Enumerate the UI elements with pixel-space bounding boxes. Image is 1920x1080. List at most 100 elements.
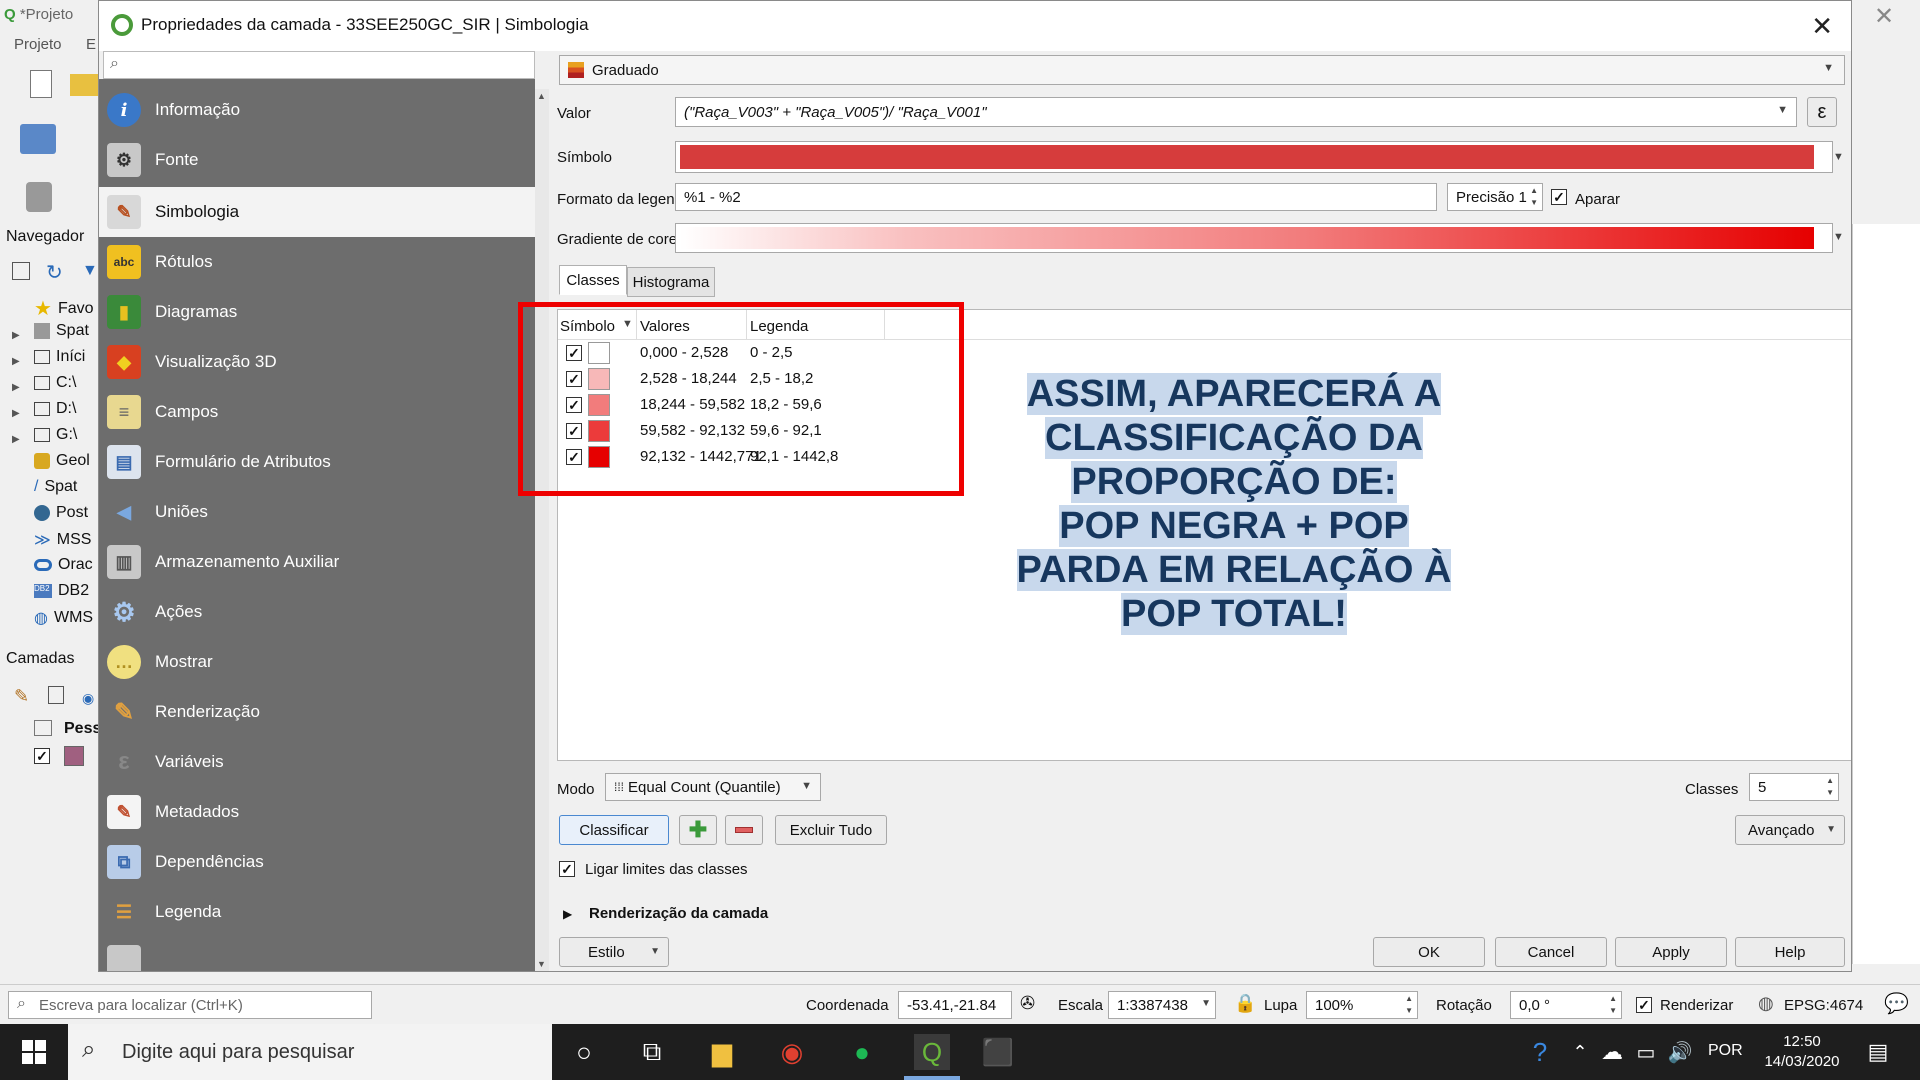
expand-arrow-icon[interactable]: ▶ bbox=[12, 434, 20, 445]
browser-item[interactable]: ◍ WMS bbox=[34, 608, 93, 628]
chevron-down-icon[interactable]: ▼ bbox=[1777, 104, 1788, 116]
chevron-down-icon[interactable]: ▼ bbox=[1833, 151, 1844, 163]
help-button[interactable]: Help bbox=[1735, 937, 1845, 967]
crs-label[interactable]: EPSG:4674 bbox=[1784, 997, 1863, 1014]
filter-icon[interactable]: ▼ bbox=[82, 262, 98, 280]
chevron-down-icon[interactable]: ▼ bbox=[1833, 231, 1844, 243]
apply-button[interactable]: Apply bbox=[1615, 937, 1727, 967]
sidebar-scrollbar[interactable]: ▲ ▼ bbox=[535, 89, 549, 971]
trim-checkbox[interactable]: ✓ bbox=[1551, 189, 1567, 207]
classify-button[interactable]: Classificar bbox=[559, 815, 669, 845]
browser-item[interactable]: G:\ bbox=[34, 426, 77, 444]
layer-rendering-section[interactable]: Renderização da camada bbox=[589, 905, 768, 922]
main-close-icon[interactable]: ✕ bbox=[1874, 2, 1894, 31]
tab-histograma[interactable]: Histograma bbox=[627, 267, 715, 297]
chrome-icon[interactable]: ◉ bbox=[774, 1034, 810, 1070]
sidebar-item-variaveis[interactable]: ε Variáveis bbox=[99, 737, 535, 787]
style-brush-icon[interactable]: ✎ bbox=[14, 686, 29, 707]
sidebar-item-legenda[interactable]: ☰ Legenda bbox=[99, 887, 535, 937]
sidebar-item-campos[interactable]: ≡ Campos bbox=[99, 387, 535, 437]
color-ramp-button[interactable] bbox=[675, 223, 1833, 253]
language-indicator[interactable]: POR bbox=[1708, 1042, 1743, 1060]
tray-chevron-up-icon[interactable]: ⌃ bbox=[1562, 1034, 1598, 1070]
browser-item[interactable]: D:\ bbox=[34, 400, 76, 418]
pdf-reader-icon[interactable]: ⬛ bbox=[980, 1034, 1016, 1070]
layer-visibility-checkbox[interactable]: ✓ bbox=[34, 748, 50, 766]
scroll-down-icon[interactable]: ▼ bbox=[537, 959, 546, 969]
open-folder-icon[interactable] bbox=[70, 74, 98, 96]
new-project-icon[interactable] bbox=[30, 70, 52, 98]
database-icon[interactable] bbox=[26, 182, 52, 212]
spotify-icon[interactable]: ● bbox=[844, 1034, 880, 1070]
qgis-taskbar-icon[interactable]: Q bbox=[914, 1034, 950, 1070]
menu-edit[interactable]: E bbox=[86, 36, 96, 53]
sidebar-item-metadados[interactable]: ✎ Metadados bbox=[99, 787, 535, 837]
visibility-eye-icon[interactable]: ◉ bbox=[82, 690, 94, 707]
add-class-button[interactable]: ✚ bbox=[679, 815, 717, 845]
dialog-close-icon[interactable]: ✕ bbox=[1811, 11, 1833, 42]
scroll-up-icon[interactable]: ▲ bbox=[537, 91, 546, 101]
spin-arrows-icon[interactable]: ▲ ▼ bbox=[1530, 185, 1538, 209]
sidebar-item-acoes[interactable]: ⚙ Ações bbox=[99, 587, 535, 637]
precision-spinbox[interactable]: Precisão 1 ▲ ▼ bbox=[1447, 183, 1543, 211]
sidebar-item-renderizacao[interactable]: ✎ Renderização bbox=[99, 687, 535, 737]
advanced-button[interactable]: Avançado ▼ bbox=[1735, 815, 1845, 845]
legend-format-input[interactable]: %1 - %2 bbox=[675, 183, 1437, 211]
style-button[interactable]: Estilo ▼ bbox=[559, 937, 669, 967]
network-icon[interactable]: ▭ bbox=[1628, 1034, 1664, 1070]
classes-count-spinbox[interactable]: 5 ▲ ▼ bbox=[1749, 773, 1839, 801]
sidebar-item-armazenamento-auxiliar[interactable]: ▥ Armazenamento Auxiliar bbox=[99, 537, 535, 587]
delete-all-button[interactable]: Excluir Tudo bbox=[775, 815, 887, 845]
lock-icon[interactable]: 🔒 bbox=[1234, 993, 1256, 1014]
link-bounds-checkbox[interactable]: ✓ bbox=[559, 861, 575, 879]
coordinate-input[interactable]: -53.41,-21.84 bbox=[898, 991, 1012, 1019]
sidebar-item-dependencias[interactable]: ⧉ Dependências bbox=[99, 837, 535, 887]
sidebar-item-partial[interactable] bbox=[99, 937, 535, 971]
chevron-down-icon[interactable]: ▼ bbox=[1201, 998, 1211, 1009]
sidebar-search-input[interactable]: ⌕ bbox=[103, 51, 535, 79]
browser-item[interactable]: Orac bbox=[34, 556, 93, 574]
map-canvas[interactable] bbox=[1852, 224, 1920, 964]
expand-arrow-icon[interactable]: ▶ bbox=[563, 907, 572, 921]
value-expression-input[interactable]: ("Raça_V003" + "Raça_V005")/ "Raça_V001"… bbox=[675, 97, 1797, 127]
cortana-icon[interactable]: ○ bbox=[566, 1034, 602, 1070]
rotation-spinbox[interactable]: 0,0 ° ▲ ▼ bbox=[1510, 991, 1622, 1019]
sidebar-item-rotulos[interactable]: abc Rótulos bbox=[99, 237, 535, 287]
browser-item[interactable]: ★ Favo bbox=[34, 296, 94, 321]
add-selected-icon[interactable] bbox=[12, 262, 30, 280]
cancel-button[interactable]: Cancel bbox=[1495, 937, 1607, 967]
extent-toggle-icon[interactable]: ✇ bbox=[1020, 993, 1035, 1014]
browser-item[interactable]: C:\ bbox=[34, 374, 76, 392]
taskbar-search-box[interactable]: ⌕ Digite aqui para pesquisar bbox=[68, 1024, 552, 1080]
spin-arrows-icon[interactable]: ▲ ▼ bbox=[1609, 993, 1617, 1017]
expand-arrow-icon[interactable]: ▶ bbox=[12, 408, 20, 419]
menu-projeto[interactable]: Projeto bbox=[14, 36, 62, 53]
tab-classes[interactable]: Classes bbox=[559, 265, 627, 295]
sidebar-item-diagramas[interactable]: ▮ Diagramas bbox=[99, 287, 535, 337]
refresh-icon[interactable]: ↻ bbox=[46, 260, 63, 285]
expand-arrow-icon[interactable]: ▶ bbox=[12, 382, 20, 393]
cloud-icon[interactable]: ☁ bbox=[1594, 1034, 1630, 1070]
sidebar-item-formulario-de-atributos[interactable]: ▤ Formulário de Atributos bbox=[99, 437, 535, 487]
sidebar-item-unioes[interactable]: ◀ Uniões bbox=[99, 487, 535, 537]
task-view-icon[interactable]: ⧉ bbox=[634, 1034, 670, 1070]
map-layer-icon[interactable] bbox=[20, 124, 56, 154]
layer-group-label[interactable]: Pess bbox=[64, 720, 101, 738]
renderer-select[interactable]: Graduado ▼ bbox=[559, 55, 1845, 85]
taskbar-clock[interactable]: 12:50 14/03/2020 bbox=[1762, 1032, 1842, 1072]
expression-builder-button[interactable]: ε bbox=[1807, 97, 1837, 127]
sidebar-item-informacao[interactable]: i Informação bbox=[99, 85, 535, 135]
add-group-icon[interactable] bbox=[48, 686, 64, 704]
spin-arrows-icon[interactable]: ▲ ▼ bbox=[1826, 775, 1834, 799]
volume-icon[interactable]: 🔊 bbox=[1662, 1034, 1698, 1070]
browser-item[interactable]: DB2 DB2 bbox=[34, 582, 89, 600]
expand-arrow-icon[interactable]: ▶ bbox=[12, 356, 20, 367]
sidebar-item-visualizacao-3d[interactable]: ◆ Visualização 3D bbox=[99, 337, 535, 387]
crs-globe-icon[interactable]: ◍ bbox=[1758, 993, 1774, 1014]
sidebar-item-simbologia[interactable]: ✎ Simbologia bbox=[99, 187, 535, 237]
ok-button[interactable]: OK bbox=[1373, 937, 1485, 967]
render-checkbox[interactable]: ✓ bbox=[1636, 997, 1652, 1015]
windows-start-icon[interactable] bbox=[16, 1034, 52, 1070]
browser-item[interactable]: Spat bbox=[34, 322, 89, 340]
browser-item[interactable]: Iníci bbox=[34, 348, 85, 366]
